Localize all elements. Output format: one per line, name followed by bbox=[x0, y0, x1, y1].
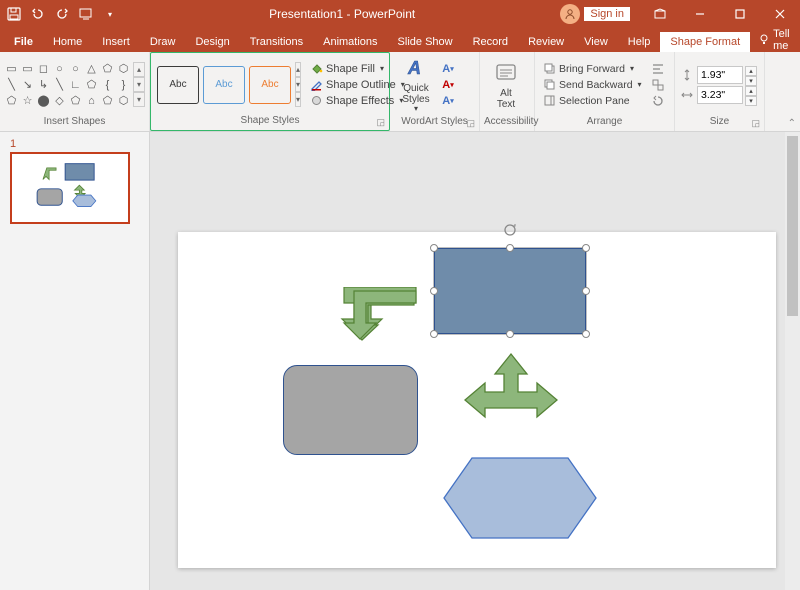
maximize-button[interactable] bbox=[720, 0, 760, 28]
slide-number: 1 bbox=[10, 138, 139, 150]
group-accessibility: Accessibility bbox=[484, 115, 530, 131]
tab-review[interactable]: Review bbox=[518, 32, 574, 52]
tab-insert[interactable]: Insert bbox=[92, 32, 140, 52]
style-scroll-up-icon[interactable]: ▴ bbox=[295, 62, 301, 77]
group-size: Size bbox=[710, 116, 729, 127]
slide-canvas[interactable] bbox=[178, 232, 776, 568]
sign-in-button[interactable]: Sign in bbox=[584, 7, 630, 21]
send-backward-button[interactable]: Send Backward▾ bbox=[539, 77, 645, 93]
resize-handle-se[interactable] bbox=[582, 330, 590, 338]
scroll-thumb[interactable] bbox=[787, 136, 798, 316]
lightbulb-icon bbox=[758, 33, 770, 48]
tab-home[interactable]: Home bbox=[43, 32, 92, 52]
height-icon bbox=[679, 67, 695, 83]
resize-handle-sw[interactable] bbox=[430, 330, 438, 338]
user-avatar-icon[interactable] bbox=[560, 4, 580, 24]
minimize-button[interactable] bbox=[680, 0, 720, 28]
size-launcher-icon[interactable]: ◲ bbox=[751, 116, 760, 130]
tab-design[interactable]: Design bbox=[185, 32, 239, 52]
bucket-icon bbox=[309, 62, 323, 76]
save-icon[interactable] bbox=[6, 6, 22, 22]
tab-slideshow[interactable]: Slide Show bbox=[388, 32, 463, 52]
shape-elbow-arrow-overlay bbox=[326, 287, 421, 342]
shape-height-input[interactable] bbox=[697, 66, 743, 84]
slide-thumbnails-pane[interactable]: 1 bbox=[0, 132, 150, 590]
redo-icon[interactable] bbox=[54, 6, 70, 22]
selected-shape-rectangle[interactable] bbox=[433, 247, 587, 335]
width-down-icon[interactable]: ▾ bbox=[745, 96, 757, 106]
selection-pane-icon bbox=[542, 94, 556, 108]
rotate-button[interactable] bbox=[649, 93, 667, 109]
selection-pane-button[interactable]: Selection Pane bbox=[539, 93, 645, 109]
tab-record[interactable]: Record bbox=[463, 32, 518, 52]
group-insert-shapes: Insert Shapes bbox=[4, 115, 145, 131]
bring-forward-icon bbox=[542, 62, 556, 76]
shape-hexagon[interactable] bbox=[440, 454, 600, 542]
wordart-icon: A bbox=[403, 55, 429, 81]
width-icon bbox=[679, 87, 695, 103]
gallery-scroll-down-icon[interactable]: ▾ bbox=[133, 77, 145, 92]
tab-shape-format[interactable]: Shape Format bbox=[660, 32, 750, 52]
shape-style-preset-1[interactable]: Abc bbox=[157, 66, 199, 104]
tab-transitions[interactable]: Transitions bbox=[240, 32, 313, 52]
text-fill-button[interactable]: A▾ bbox=[440, 62, 456, 76]
slide-editor[interactable] bbox=[150, 132, 800, 590]
shape-style-preset-3[interactable]: Abc bbox=[249, 66, 291, 104]
style-more-icon[interactable]: ▾ bbox=[295, 92, 301, 107]
app-title: Presentation1 - PowerPoint bbox=[124, 7, 560, 21]
send-backward-icon bbox=[542, 78, 556, 92]
gallery-more-icon[interactable]: ▾ bbox=[133, 92, 145, 107]
tab-file[interactable]: File bbox=[4, 32, 43, 52]
shape-left-right-up-arrow[interactable] bbox=[461, 350, 561, 450]
resize-handle-s[interactable] bbox=[506, 330, 514, 338]
resize-handle-nw[interactable] bbox=[430, 244, 438, 252]
style-scroll-down-icon[interactable]: ▾ bbox=[295, 77, 301, 92]
text-outline-button[interactable]: A▾ bbox=[440, 78, 456, 92]
svg-text:A: A bbox=[407, 58, 421, 78]
group-shape-styles: Shape Styles bbox=[241, 115, 300, 126]
slide-thumbnail-1[interactable] bbox=[10, 152, 130, 224]
tell-me-button[interactable]: Tell me bbox=[750, 28, 798, 52]
tab-view[interactable]: View bbox=[574, 32, 618, 52]
quick-styles-button[interactable]: A Quick Styles▾ bbox=[394, 55, 438, 114]
effects-icon bbox=[309, 94, 323, 108]
alt-text-icon bbox=[493, 60, 519, 86]
rotate-handle-icon[interactable] bbox=[502, 222, 518, 241]
width-up-icon[interactable]: ▴ bbox=[745, 86, 757, 96]
undo-icon[interactable] bbox=[30, 6, 46, 22]
resize-handle-n[interactable] bbox=[506, 244, 514, 252]
tab-animations[interactable]: Animations bbox=[313, 32, 387, 52]
ribbon-display-options-icon[interactable] bbox=[640, 0, 680, 28]
group-arrange: Arrange bbox=[539, 115, 670, 131]
group-wordart: WordArt Styles bbox=[401, 116, 468, 127]
wordart-launcher-icon[interactable]: ◲ bbox=[466, 116, 475, 130]
vertical-scrollbar[interactable] bbox=[785, 132, 800, 590]
tab-draw[interactable]: Draw bbox=[140, 32, 186, 52]
group-button[interactable] bbox=[649, 77, 667, 93]
start-from-beginning-icon[interactable] bbox=[78, 6, 94, 22]
close-button[interactable] bbox=[760, 0, 800, 28]
resize-handle-e[interactable] bbox=[582, 287, 590, 295]
align-button[interactable] bbox=[649, 61, 667, 77]
height-up-icon[interactable]: ▴ bbox=[745, 66, 757, 76]
alt-text-button[interactable]: Alt Text bbox=[484, 60, 528, 110]
shape-width-input[interactable] bbox=[697, 86, 743, 104]
collapse-ribbon-icon[interactable]: ⌃ bbox=[788, 118, 796, 129]
height-down-icon[interactable]: ▾ bbox=[745, 76, 757, 86]
shape-rounded-rectangle[interactable] bbox=[283, 365, 418, 455]
shape-gallery[interactable]: ▭▭◻○○△⬠⬡ ╲↘↳╲∟⬠{} ⬠☆⬤◇⬠⌂⬠⬡ bbox=[4, 61, 131, 108]
shape-styles-launcher-icon[interactable]: ◲ bbox=[376, 115, 385, 129]
tab-help[interactable]: Help bbox=[618, 32, 661, 52]
resize-handle-ne[interactable] bbox=[582, 244, 590, 252]
pencil-icon bbox=[309, 78, 323, 92]
resize-handle-w[interactable] bbox=[430, 287, 438, 295]
qat-customize-icon[interactable]: ▾ bbox=[102, 6, 118, 22]
bring-forward-button[interactable]: Bring Forward▾ bbox=[539, 61, 645, 77]
text-effects-button[interactable]: A▾ bbox=[440, 94, 456, 108]
shape-style-preset-2[interactable]: Abc bbox=[203, 66, 245, 104]
gallery-scroll-up-icon[interactable]: ▴ bbox=[133, 62, 145, 77]
